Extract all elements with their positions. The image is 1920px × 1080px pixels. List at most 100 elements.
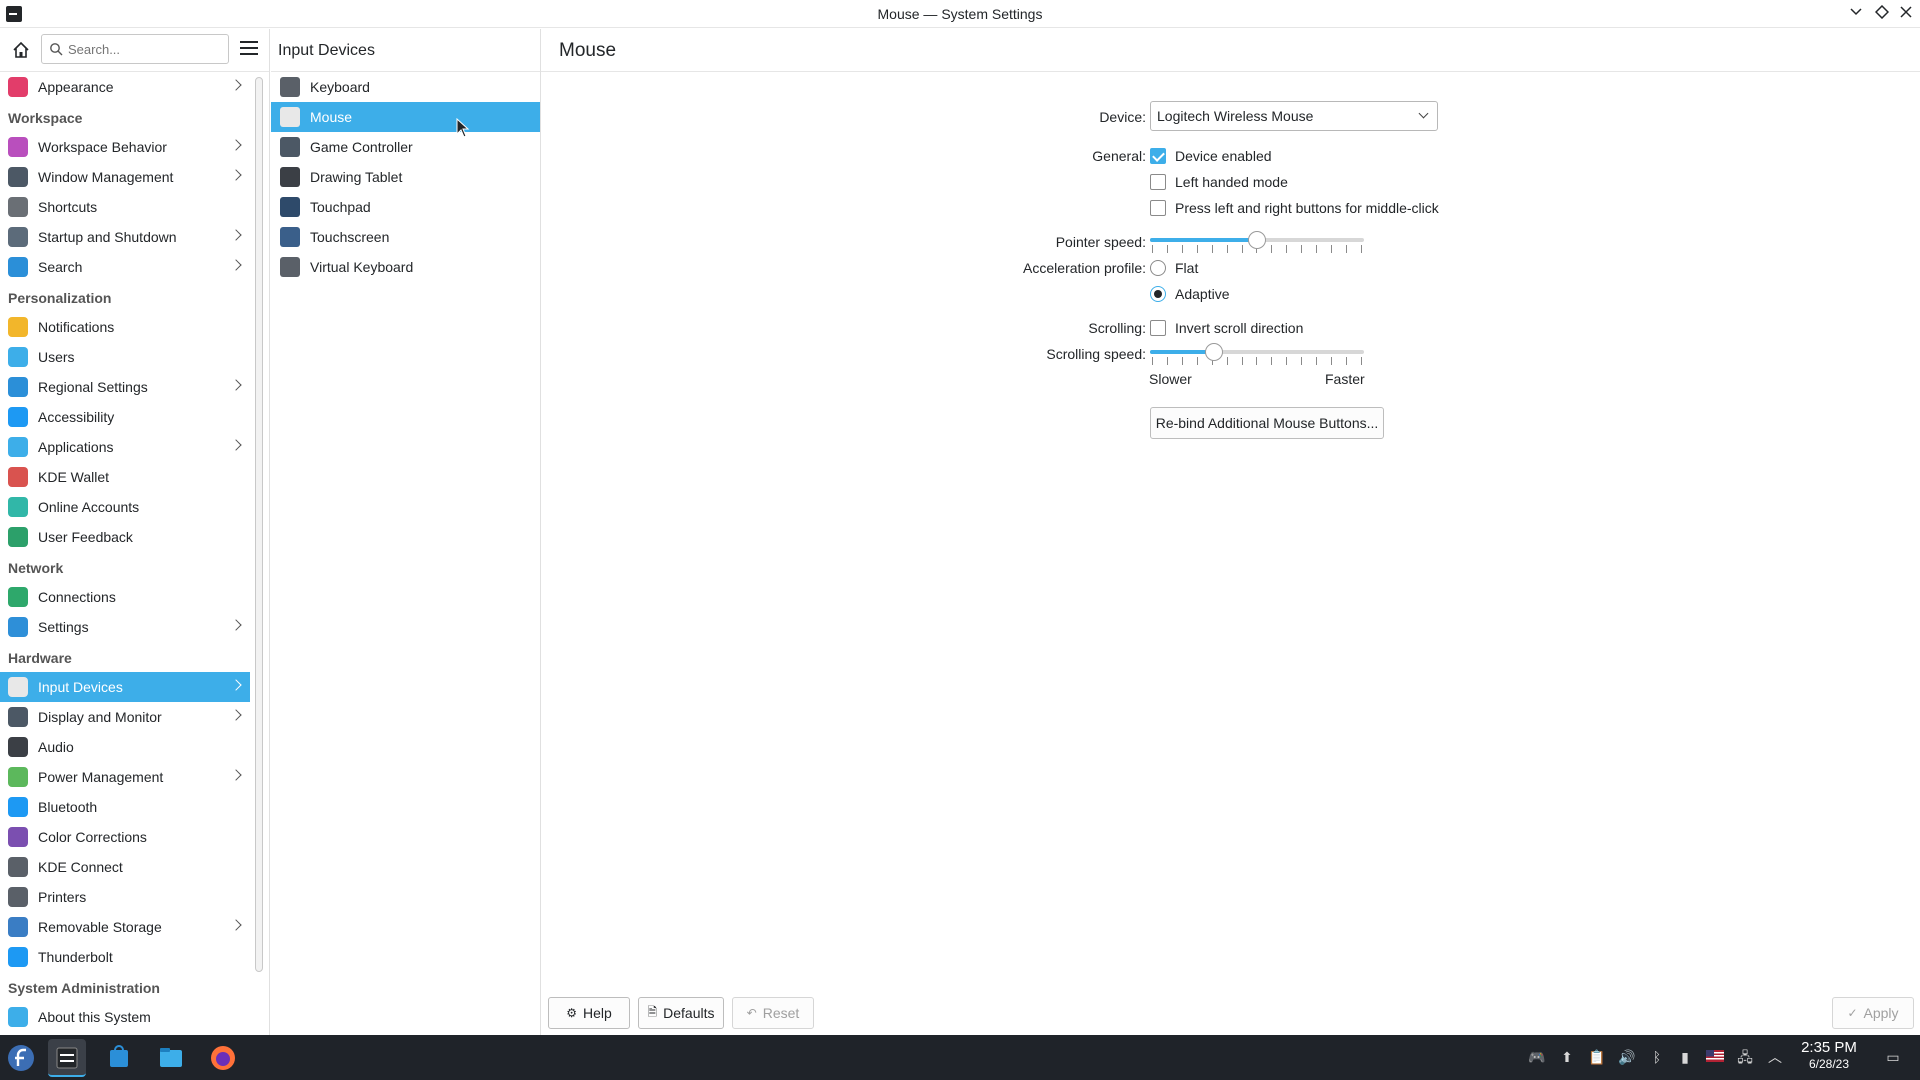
sidebar-scrollbar[interactable] <box>255 77 263 972</box>
updates-tray-icon[interactable]: ⬆ <box>1558 1048 1576 1066</box>
sidebar-item-audio[interactable]: Audio <box>0 732 250 762</box>
home-button[interactable] <box>10 39 32 61</box>
sidebar-item-workspace-behavior[interactable]: Workspace Behavior <box>0 132 250 162</box>
sidebar-item-printers[interactable]: Printers <box>0 882 250 912</box>
task-system-settings[interactable] <box>48 1039 86 1077</box>
slider-tick <box>1166 245 1168 253</box>
close-icon <box>1900 6 1912 18</box>
discover-store-icon <box>110 1045 128 1067</box>
sidebar-item-label: KDE Connect <box>38 859 123 875</box>
digital-clock[interactable]: 2:35 PM 6/28/23 <box>1790 1039 1868 1071</box>
bluetooth-tray-icon[interactable]: ᛒ <box>1648 1048 1666 1066</box>
sidebar-item-notifications[interactable]: Notifications <box>0 312 250 342</box>
sidebar-item-applications[interactable]: Applications <box>0 432 250 462</box>
sidebar-item-label: Notifications <box>38 319 115 335</box>
slider-tick <box>1360 245 1362 253</box>
clipboard-tray-icon[interactable]: 📋 <box>1588 1048 1606 1066</box>
sidebar-search-field[interactable] <box>41 34 229 64</box>
slider-tick <box>1196 357 1198 365</box>
slider-tick <box>1181 357 1183 365</box>
pointer-speed-handle[interactable] <box>1248 231 1266 249</box>
sidebar-item-users[interactable]: Users <box>0 342 250 372</box>
sidebar-item-window-management[interactable]: Window Management <box>0 162 250 192</box>
sidebar-item-about-this-system[interactable]: About this System <box>0 1002 250 1032</box>
scrolling-speed-slider[interactable] <box>1150 342 1364 366</box>
accel-adaptive-label: Adaptive <box>1175 286 1230 302</box>
input-device-item-drawing-tablet[interactable]: Drawing Tablet <box>271 162 540 192</box>
input-device-item-keyboard[interactable]: Keyboard <box>271 72 540 102</box>
rebind-mouse-buttons-button[interactable]: Re-bind Additional Mouse Buttons... <box>1150 407 1384 439</box>
sidebar-item-input-devices[interactable]: Input Devices <box>0 672 250 702</box>
hamburger-menu-button[interactable] <box>240 41 258 57</box>
chevron-down-icon <box>1850 8 1862 16</box>
sidebar-item-bluetooth[interactable]: Bluetooth <box>0 792 250 822</box>
input-device-item-mouse[interactable]: Mouse <box>271 102 540 132</box>
sidebar-item-color-corrections[interactable]: Color Corrections <box>0 822 250 852</box>
sidebar-item-search[interactable]: Search <box>0 252 250 282</box>
input-device-label: Keyboard <box>310 79 370 95</box>
accel-flat-radio[interactable] <box>1150 260 1166 276</box>
task-dolphin[interactable] <box>152 1039 190 1077</box>
task-firefox[interactable] <box>204 1039 242 1077</box>
startup-and-shutdown-icon <box>8 227 28 247</box>
gamepad-tray-icon[interactable]: 🎮 <box>1528 1048 1546 1066</box>
sidebar-item-kde-wallet[interactable]: KDE Wallet <box>0 462 250 492</box>
keyboard-layout-tray-icon[interactable] <box>1706 1048 1724 1066</box>
sidebar-item-appearance[interactable]: Appearance <box>0 72 250 102</box>
device-enabled-checkbox[interactable] <box>1150 148 1166 164</box>
task-discover[interactable] <box>100 1039 138 1077</box>
reset-label: Reset <box>762 1005 800 1021</box>
sidebar-item-accessibility[interactable]: Accessibility <box>0 402 250 432</box>
input-devices-panel: Input Devices Keyboard Mouse Game Controll… <box>271 29 541 1035</box>
device-enabled-label: Device enabled <box>1175 148 1272 164</box>
sidebar-item-power-management[interactable]: Power Management <box>0 762 250 792</box>
printers-icon <box>8 887 28 907</box>
mouse-icon <box>280 107 300 127</box>
sidebar-item-settings[interactable]: Settings <box>0 612 250 642</box>
sidebar-item-label: About this System <box>38 1009 151 1025</box>
sidebar-item-startup-and-shutdown[interactable]: Startup and Shutdown <box>0 222 250 252</box>
apply-button[interactable]: ✓ Apply <box>1832 997 1914 1029</box>
sidebar-item-connections[interactable]: Connections <box>0 582 250 612</box>
device-notifier-tray-icon[interactable]: ▮ <box>1676 1048 1694 1066</box>
chevron-right-icon <box>230 619 242 631</box>
mouse-settings-page: Mouse Device: Logitech Wireless Mouse Ge… <box>541 29 1920 1035</box>
help-button[interactable]: ⚙ Help <box>548 997 630 1029</box>
input-device-item-virtual-keyboard[interactable]: Virtual Keyboard <box>271 252 540 282</box>
sidebar-item-label: Settings <box>38 619 89 635</box>
sidebar-item-display-and-monitor[interactable]: Display and Monitor <box>0 702 250 732</box>
accel-adaptive-radio[interactable] <box>1150 286 1166 302</box>
middle-click-checkbox[interactable] <box>1150 200 1166 216</box>
slider-tick <box>1301 357 1303 365</box>
close-button[interactable] <box>1896 4 1916 24</box>
sidebar-search-input[interactable] <box>68 40 223 58</box>
sidebar-item-label: Window Management <box>38 169 174 185</box>
maximize-button[interactable] <box>1872 4 1892 24</box>
page-title: Mouse <box>541 29 1920 72</box>
input-device-item-touchpad[interactable]: Touchpad <box>271 192 540 222</box>
application-launcher-button[interactable] <box>2 1039 40 1077</box>
left-handed-checkbox[interactable] <box>1150 174 1166 190</box>
input-device-item-game-controller[interactable]: Game Controller <box>271 132 540 162</box>
sidebar-section-header: Hardware <box>8 650 72 666</box>
input-device-item-touchscreen[interactable]: Touchscreen <box>271 222 540 252</box>
show-hidden-icons-chevron-up-icon[interactable]: ︿ <box>1766 1048 1784 1066</box>
sidebar-item-thunderbolt[interactable]: Thunderbolt <box>0 942 250 972</box>
invert-scroll-checkbox[interactable] <box>1150 320 1166 336</box>
audio-icon <box>8 737 28 757</box>
defaults-button[interactable]: 🗎 Defaults <box>638 997 724 1029</box>
sidebar-item-removable-storage[interactable]: Removable Storage <box>0 912 250 942</box>
reset-button[interactable]: ↶ Reset <box>732 997 814 1029</box>
sidebar-item-regional-settings[interactable]: Regional Settings <box>0 372 250 402</box>
sidebar-item-shortcuts[interactable]: Shortcuts <box>0 192 250 222</box>
kde-connect-icon <box>8 857 28 877</box>
sidebar-item-kde-connect[interactable]: KDE Connect <box>0 852 250 882</box>
show-desktop-icon[interactable]: ▭ <box>1884 1048 1902 1066</box>
pointer-speed-slider[interactable] <box>1150 230 1364 254</box>
network-tray-icon[interactable]: 🖧 <box>1736 1048 1754 1066</box>
minimize-button[interactable] <box>1846 4 1866 24</box>
sidebar-item-online-accounts[interactable]: Online Accounts <box>0 492 250 522</box>
sidebar-item-user-feedback[interactable]: User Feedback <box>0 522 250 552</box>
volume-tray-icon[interactable]: 🔊 <box>1618 1048 1636 1066</box>
device-dropdown[interactable]: Logitech Wireless Mouse <box>1150 101 1438 131</box>
